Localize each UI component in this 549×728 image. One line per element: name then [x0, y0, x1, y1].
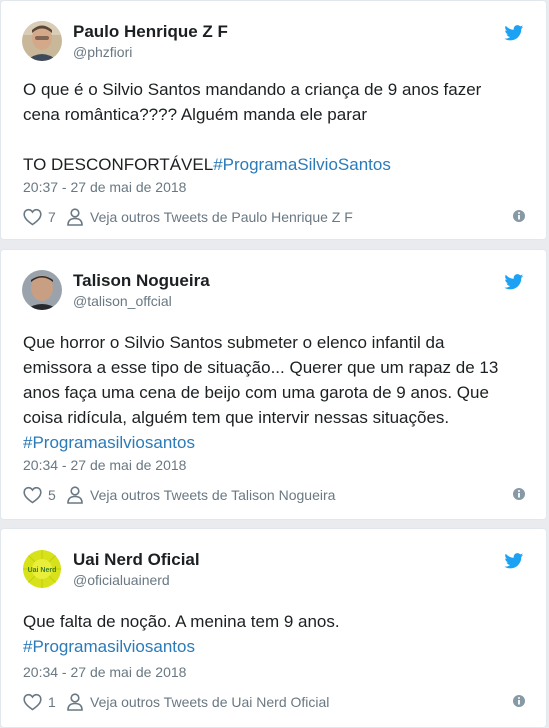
tweet-text-line: TO DESCONFORTÁVEL: [23, 155, 214, 174]
tweet-date[interactable]: 20:34 - 27 de mai de 2018: [23, 663, 186, 681]
person-icon[interactable]: [67, 693, 83, 711]
tweet-text-line: Que falta de noção. A menina tem 9 anos.: [23, 612, 340, 631]
twitter-bird-icon[interactable]: [504, 553, 524, 569]
person-icon[interactable]: [67, 208, 83, 226]
tweet-text: Que falta de noção. A menina tem 9 anos.…: [23, 609, 526, 659]
tweet-card: Uai Nerd Uai Nerd Oficial @oficialuainer…: [0, 528, 547, 728]
tweet-actions: 5 Veja outros Tweets de Talison Nogueira: [23, 485, 526, 505]
info-icon[interactable]: [512, 694, 526, 708]
tweet-date[interactable]: 20:37 - 27 de mai de 2018: [23, 178, 186, 196]
tweet-actions: 7 Veja outros Tweets de Paulo Henrique Z…: [23, 207, 526, 227]
info-icon[interactable]: [512, 209, 526, 223]
tweet-actions: 1 Veja outros Tweets de Uai Nerd Oficial: [23, 692, 526, 712]
author-name[interactable]: Talison Nogueira: [73, 271, 210, 291]
tweet-text-line: O que é o Silvio Santos mandando a crian…: [23, 80, 482, 99]
hashtag-link[interactable]: #Programasilviosantos: [23, 637, 195, 656]
see-more-tweets-link[interactable]: Veja outros Tweets de Talison Nogueira: [90, 487, 335, 503]
tweet-card: Talison Nogueira @talison_offcial Que ho…: [0, 249, 547, 520]
hashtag-link[interactable]: #Programasilviosantos: [23, 433, 195, 452]
avatar[interactable]: Uai Nerd: [22, 549, 62, 589]
tweet-text: Que horror o Silvio Santos submeter o el…: [23, 330, 526, 455]
heart-icon[interactable]: [23, 208, 42, 226]
tweet-date[interactable]: 20:34 - 27 de mai de 2018: [23, 456, 186, 474]
like-count: 5: [48, 487, 56, 503]
tweet-text-line: anos faça uma cena de beijo com uma garo…: [23, 383, 489, 402]
author-handle[interactable]: @oficialuainerd: [73, 571, 170, 589]
tweet-text-line: emissora a esse tipo de situação... Quer…: [23, 358, 499, 377]
tweet-text: O que é o Silvio Santos mandando a crian…: [23, 77, 526, 177]
tweet-text-line: Que horror o Silvio Santos submeter o el…: [23, 333, 445, 352]
tweet-card: Paulo Henrique Z F @phzfiori O que é o S…: [0, 0, 547, 240]
heart-icon[interactable]: [23, 693, 42, 711]
tweet-text-line: coisa ridícula, alguém tem que intervir …: [23, 408, 450, 427]
avatar-logo-text: Uai Nerd: [28, 567, 57, 574]
twitter-bird-icon[interactable]: [504, 25, 524, 41]
twitter-bird-icon[interactable]: [504, 274, 524, 290]
see-more-tweets-link[interactable]: Veja outros Tweets de Paulo Henrique Z F: [90, 209, 353, 225]
hashtag-link[interactable]: #ProgramaSilvioSantos: [213, 155, 391, 174]
like-count: 7: [48, 209, 56, 225]
author-handle[interactable]: @phzfiori: [73, 43, 132, 61]
info-icon[interactable]: [512, 487, 526, 501]
like-count: 1: [48, 694, 56, 710]
author-name[interactable]: Paulo Henrique Z F: [73, 22, 228, 42]
see-more-tweets-link[interactable]: Veja outros Tweets de Uai Nerd Oficial: [90, 694, 329, 710]
avatar[interactable]: [22, 270, 62, 310]
author-handle[interactable]: @talison_offcial: [73, 292, 172, 310]
author-name[interactable]: Uai Nerd Oficial: [73, 550, 200, 570]
tweet-text-line: cena romântica???? Alguém manda ele para…: [23, 105, 367, 124]
person-icon[interactable]: [67, 486, 83, 504]
heart-icon[interactable]: [23, 486, 42, 504]
avatar[interactable]: [22, 21, 62, 61]
